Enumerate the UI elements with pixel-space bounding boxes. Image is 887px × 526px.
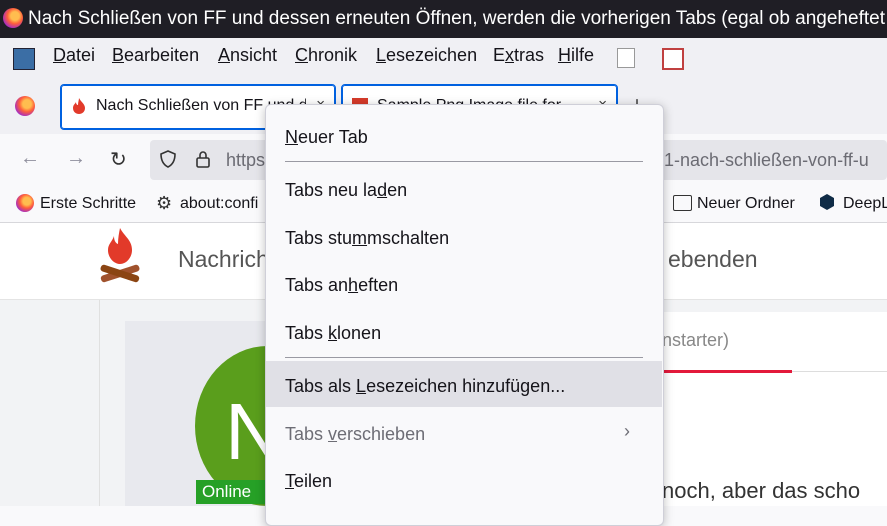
shield-icon[interactable] [160, 150, 176, 168]
flame-favicon-icon [71, 97, 87, 115]
menu-extras[interactable]: Extras [493, 45, 544, 66]
menu-hilfe[interactable]: Hilfe [558, 45, 594, 66]
bookmark-erste-schritte[interactable]: Erste Schritte [40, 195, 136, 213]
notepad-icon[interactable] [617, 48, 635, 68]
menu-tabs-klonen[interactable]: Tabs klonen [285, 323, 381, 344]
chevron-right-icon: › [624, 421, 630, 441]
back-arrow-icon[interactable]: ← [20, 147, 40, 170]
menu-separator [285, 357, 643, 358]
url-text-end[interactable]: 1-nach-schließen-von-ff-u [664, 150, 869, 171]
bookmark-deepl[interactable]: DeepL [843, 195, 887, 213]
gear-icon: ⚙ [156, 193, 173, 213]
active-tab-indicator [662, 370, 792, 373]
site-name-right[interactable]: ebenden [668, 246, 758, 273]
menu-teilen[interactable]: Teilen [285, 471, 332, 492]
menu-tabs-stummschalten[interactable]: Tabs stummschalten [285, 228, 449, 249]
window-title: Nach Schließen von FF und dessen erneute… [28, 8, 885, 29]
menu-tabs-als-lesezeichen[interactable]: Tabs als Lesezeichen hinzufügen... [285, 376, 565, 397]
menu-neuer-tab[interactable]: Neuer Tab [285, 127, 368, 148]
menu-lesezeichen[interactable]: Lesezeichen [376, 45, 477, 66]
online-badge: Online [196, 480, 266, 504]
forward-arrow-icon[interactable]: → [66, 147, 86, 170]
menu-tabs-anheften[interactable]: Tabs anheften [285, 275, 398, 296]
lock-icon[interactable] [195, 150, 211, 168]
folder-icon [673, 195, 692, 211]
firefox-bookmark-icon [16, 194, 34, 212]
tab-underline [792, 371, 887, 372]
bookmark-neuer-ordner[interactable]: Neuer Ordner [697, 195, 795, 213]
firefox-logo-icon [3, 8, 23, 28]
post-text: noch, aber das scho [662, 478, 861, 503]
menu-tabs-verschieben[interactable]: Tabs verschieben [285, 424, 425, 445]
app-icon [13, 48, 35, 70]
page-divider [99, 300, 100, 506]
menu-bearbeiten[interactable]: Bearbeiten [112, 45, 199, 66]
menu-ansicht[interactable]: Ansicht [218, 45, 277, 66]
title-bar: Nach Schließen von FF und dessen erneute… [0, 0, 887, 38]
tab-context-menu [265, 104, 664, 526]
site-logo-icon[interactable] [98, 226, 142, 288]
site-name-left[interactable]: Nachrich [178, 246, 269, 273]
menu-datei[interactable]: Datei [53, 45, 95, 66]
calendar-icon[interactable] [662, 48, 684, 70]
reload-icon[interactable]: ↻ [110, 147, 127, 172]
bookmark-about-config[interactable]: about:confi [180, 195, 258, 213]
menu-tabs-neu-laden[interactable]: Tabs neu laden [285, 180, 407, 201]
menu-separator [285, 161, 643, 162]
url-text-start[interactable]: https: [226, 150, 270, 171]
content-tab-label[interactable]: nstarter) [662, 330, 729, 351]
firefox-view-icon[interactable] [15, 96, 35, 116]
menu-chronik[interactable]: Chronik [295, 45, 357, 66]
